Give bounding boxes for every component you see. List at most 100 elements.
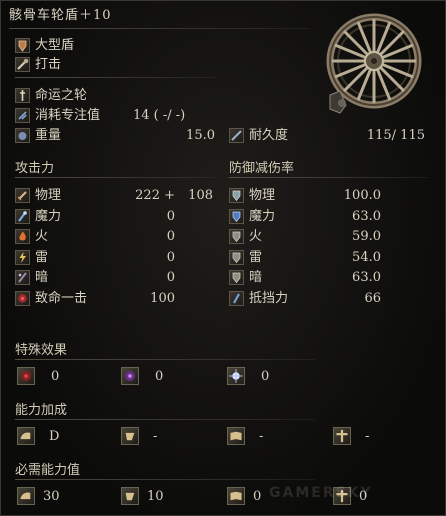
stability-icon bbox=[229, 290, 244, 306]
durability-icon bbox=[229, 128, 244, 143]
divider bbox=[15, 359, 315, 360]
strength-icon bbox=[17, 487, 35, 505]
stat-label: 暗 bbox=[35, 270, 49, 285]
weight-label: 重量 bbox=[35, 128, 62, 143]
stat-item: - bbox=[333, 427, 413, 447]
stat-label: 雷 bbox=[249, 249, 263, 265]
stat-value: 66 bbox=[364, 290, 381, 306]
title-divider bbox=[9, 28, 309, 29]
weight-icon bbox=[15, 128, 30, 143]
stat-item: - bbox=[227, 427, 307, 447]
stat-item: 0 bbox=[227, 367, 307, 387]
stat-label: 物理 bbox=[35, 188, 62, 203]
intelligence-icon bbox=[227, 427, 245, 445]
stat-row: 物理 100.0 bbox=[229, 187, 429, 205]
shield-physical-icon bbox=[229, 188, 244, 203]
stat-item-value: - bbox=[153, 429, 158, 444]
wheel-shield-image bbox=[326, 13, 422, 114]
stat-bonus-value: 108 bbox=[188, 188, 213, 203]
lightning-icon bbox=[15, 249, 30, 265]
bleed-icon bbox=[17, 367, 35, 385]
stat-row: 魔力 63.0 bbox=[229, 208, 429, 226]
defense-header: 防御减伤率 bbox=[229, 161, 295, 176]
attack-header: 攻击力 bbox=[15, 161, 55, 176]
stat-value: 222 + bbox=[135, 188, 175, 203]
item-detail-panel: 骸骨车轮盾＋10 大型盾 打击 命运之轮 消耗专注值 14 (-/ -) 重量… bbox=[0, 0, 446, 516]
weight-row: 重量 15.0 bbox=[15, 127, 215, 145]
stat-row: 魔力 0 bbox=[15, 208, 215, 226]
stat-row: 雷0 bbox=[15, 249, 215, 267]
weapon-category-icon bbox=[15, 38, 30, 53]
weapon-type-row: 大型盾 bbox=[15, 37, 215, 55]
divider bbox=[15, 177, 215, 178]
stat-label: 抵挡力 bbox=[249, 290, 289, 306]
stat-item-value: - bbox=[365, 429, 370, 444]
dexterity-icon bbox=[121, 487, 139, 505]
special-effects-header: 特殊效果 bbox=[15, 343, 68, 358]
stat-item-value: 0 bbox=[155, 369, 164, 384]
durability-label: 耐久度 bbox=[249, 128, 289, 143]
stat-item-value: D bbox=[49, 429, 60, 444]
stat-row: 火 59.0 bbox=[229, 228, 429, 246]
stat-row: 物理 222 + 108 bbox=[15, 187, 215, 205]
durability-row: 耐久度 115/ 115 bbox=[229, 127, 425, 145]
stat-item: 10 bbox=[121, 487, 201, 507]
faith-icon bbox=[333, 427, 351, 445]
attack-type-row: 打击 bbox=[15, 56, 215, 74]
stat-value: 63.0 bbox=[352, 208, 381, 224]
divider bbox=[15, 479, 315, 480]
fp-cost-row: 消耗专注值 14 ( -/ -) bbox=[15, 107, 215, 125]
shield-dark-icon bbox=[229, 270, 244, 285]
stat-value: 0 bbox=[166, 229, 175, 244]
watermark: GAMERSKY bbox=[269, 485, 373, 501]
stat-row: 雷 54.0 bbox=[229, 249, 429, 267]
weight-value: 15.0 bbox=[186, 128, 215, 143]
fp-value: 14 ( -/ -) bbox=[133, 108, 186, 123]
stat-value: 100.0 bbox=[343, 188, 381, 203]
fp-label: 消耗专注值 bbox=[35, 108, 101, 123]
stat-row: 暗0 bbox=[15, 269, 215, 287]
weapon-type-label: 大型盾 bbox=[35, 38, 75, 53]
stat-label: 雷 bbox=[35, 249, 49, 265]
stat-item-value: - bbox=[259, 429, 264, 444]
dexterity-icon bbox=[121, 427, 139, 445]
stat-item: 0 bbox=[121, 367, 201, 387]
stat-label: 魔力 bbox=[35, 208, 62, 224]
stat-value: 100 bbox=[150, 290, 175, 306]
shield-fire-icon bbox=[229, 229, 244, 244]
stat-item-value: 0 bbox=[253, 489, 262, 504]
stat-value: 0 bbox=[166, 208, 175, 224]
divider bbox=[15, 77, 215, 78]
stat-item: D bbox=[17, 427, 97, 447]
intelligence-icon bbox=[227, 487, 245, 505]
magic-icon bbox=[15, 208, 30, 224]
stat-value: 59.0 bbox=[352, 229, 381, 244]
stat-row: 暗 63.0 bbox=[229, 269, 429, 287]
blunt-attack-icon bbox=[15, 57, 30, 72]
divider bbox=[229, 177, 429, 178]
divider bbox=[15, 419, 315, 420]
stat-item-value: 10 bbox=[147, 489, 164, 504]
stat-label: 暗 bbox=[249, 270, 263, 285]
fp-icon bbox=[15, 108, 30, 123]
stat-label: 物理 bbox=[249, 188, 276, 203]
stat-label: 致命一击 bbox=[35, 290, 88, 306]
scaling-header: 能力加成 bbox=[15, 403, 68, 418]
stat-value: 0 bbox=[166, 249, 175, 265]
strength-icon bbox=[17, 427, 35, 445]
stat-item-value: 0 bbox=[51, 369, 60, 384]
shield-lightning-icon bbox=[229, 249, 244, 265]
frost-icon bbox=[227, 367, 245, 385]
stat-label: 火 bbox=[35, 229, 49, 244]
stat-item: - bbox=[121, 427, 201, 447]
stat-row: 火0 bbox=[15, 228, 215, 246]
dark-icon bbox=[15, 270, 30, 285]
poison-icon bbox=[121, 367, 139, 385]
fire-icon bbox=[15, 229, 30, 244]
stat-value: 63.0 bbox=[352, 270, 381, 285]
durability-value: 115/ 115 bbox=[366, 128, 425, 143]
stat-label: 魔力 bbox=[249, 208, 276, 224]
skill-icon bbox=[15, 88, 30, 103]
stat-value: 54.0 bbox=[352, 249, 381, 265]
skill-row: 命运之轮 bbox=[15, 87, 215, 105]
